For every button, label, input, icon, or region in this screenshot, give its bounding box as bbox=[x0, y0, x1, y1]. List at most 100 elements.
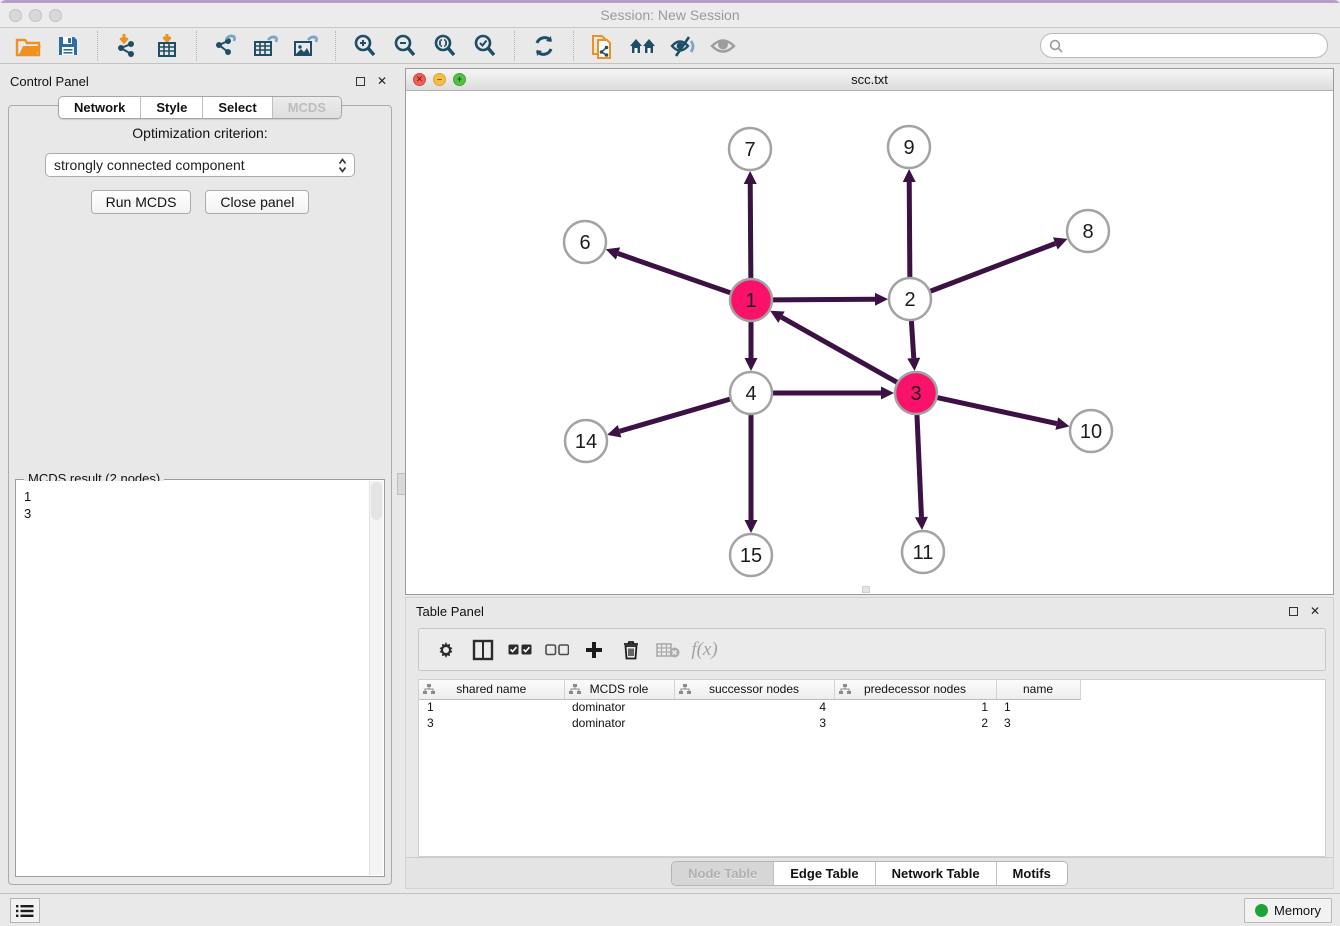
sort-tree-icon bbox=[569, 684, 581, 695]
canvas-grip[interactable] bbox=[862, 586, 870, 593]
first-neighbors-button[interactable] bbox=[623, 30, 663, 62]
edge-2-8[interactable] bbox=[930, 243, 1056, 291]
table-cell[interactable]: 4 bbox=[674, 699, 834, 715]
zoom-selected-button[interactable] bbox=[465, 30, 505, 62]
save-session-button[interactable] bbox=[48, 30, 88, 62]
import-table-button[interactable] bbox=[147, 30, 187, 62]
dropdown-selected-value: strongly connected component bbox=[54, 157, 245, 173]
graph-node-label-4: 4 bbox=[745, 383, 756, 405]
edge-arrowhead bbox=[744, 171, 757, 184]
optimization-criterion-dropdown[interactable]: strongly connected component bbox=[45, 153, 355, 177]
edge-1-2[interactable] bbox=[772, 299, 875, 300]
edge-arrowhead bbox=[606, 247, 620, 259]
column-layout-button[interactable] bbox=[464, 632, 501, 668]
open-session-button[interactable] bbox=[8, 30, 48, 62]
column-header-name[interactable]: name bbox=[996, 680, 1080, 699]
search-input[interactable] bbox=[1068, 38, 1319, 53]
export-image-icon bbox=[292, 33, 320, 59]
add-row-button[interactable] bbox=[575, 632, 612, 668]
close-panel-button[interactable]: Close panel bbox=[205, 190, 309, 214]
graph-node-label-14: 14 bbox=[575, 431, 597, 453]
open-folder-icon bbox=[15, 34, 42, 58]
float-table-panel-button[interactable] bbox=[1285, 604, 1301, 618]
graph-node-label-10: 10 bbox=[1080, 421, 1102, 443]
column-header-successor-nodes[interactable]: successor nodes bbox=[674, 680, 834, 699]
column-header-shared-name[interactable]: shared name bbox=[419, 680, 564, 699]
edge-3-10[interactable] bbox=[937, 397, 1057, 423]
edge-3-11[interactable] bbox=[917, 414, 922, 517]
tab-node-table[interactable]: Node Table bbox=[672, 862, 773, 885]
float-panel-button[interactable] bbox=[352, 74, 368, 88]
export-table-button[interactable] bbox=[246, 30, 286, 62]
memory-status-dot bbox=[1255, 904, 1268, 917]
close-table-panel-button[interactable] bbox=[1307, 604, 1323, 618]
memory-button[interactable]: Memory bbox=[1244, 898, 1332, 923]
edge-4-14[interactable] bbox=[620, 399, 731, 431]
column-header-predecessor-nodes[interactable]: predecessor nodes bbox=[834, 680, 996, 699]
table-cell[interactable]: 1 bbox=[419, 699, 564, 715]
function-builder-button[interactable]: f(x) bbox=[686, 632, 723, 668]
duplicate-network-button[interactable] bbox=[583, 30, 623, 62]
edge-1-6[interactable] bbox=[618, 254, 731, 294]
close-panel-button[interactable] bbox=[374, 74, 390, 88]
graph-node-label-3: 3 bbox=[910, 383, 921, 405]
zoom-out-button[interactable] bbox=[385, 30, 425, 62]
tab-style[interactable]: Style bbox=[140, 97, 202, 118]
tab-edge-table[interactable]: Edge Table bbox=[773, 862, 874, 885]
edge-3-1[interactable] bbox=[781, 317, 897, 383]
run-mcds-button[interactable]: Run MCDS bbox=[91, 190, 192, 214]
sort-tree-icon bbox=[679, 684, 691, 695]
task-history-button[interactable] bbox=[10, 898, 40, 923]
tab-mcds[interactable]: MCDS bbox=[272, 97, 341, 118]
network-canvas[interactable]: 7968124314101511 bbox=[406, 91, 1333, 594]
column-header-MCDS-role[interactable]: MCDS role bbox=[564, 680, 674, 699]
network-window-titlebar[interactable]: scc.txt bbox=[406, 69, 1333, 91]
toolbar-separator bbox=[573, 31, 574, 61]
table-cell[interactable]: 3 bbox=[996, 715, 1080, 731]
control-panel-tabbar: NetworkStyleSelectMCDS bbox=[58, 96, 342, 119]
zoom-in-button[interactable] bbox=[345, 30, 385, 62]
edge-1-7[interactable] bbox=[750, 184, 751, 279]
edge-2-3[interactable] bbox=[911, 320, 913, 358]
edge-arrowhead bbox=[607, 425, 621, 437]
table-cell[interactable]: 2 bbox=[834, 715, 996, 731]
tab-network[interactable]: Network bbox=[59, 97, 140, 118]
table-row[interactable]: 1dominator411 bbox=[419, 699, 1080, 715]
table-cell[interactable]: dominator bbox=[564, 699, 674, 715]
table-settings-button[interactable] bbox=[427, 632, 464, 668]
graph-node-label-7: 7 bbox=[744, 139, 755, 161]
dropdown-stepper-icon bbox=[338, 158, 347, 176]
global-search[interactable] bbox=[1040, 33, 1328, 58]
table-panel-title: Table Panel bbox=[416, 604, 484, 619]
table-cell[interactable]: dominator bbox=[564, 715, 674, 731]
table-row[interactable]: 3dominator323 bbox=[419, 715, 1080, 731]
export-image-button[interactable] bbox=[286, 30, 326, 62]
edge-2-9[interactable] bbox=[909, 182, 910, 278]
save-floppy-icon bbox=[56, 34, 80, 58]
show-hide-view-button[interactable] bbox=[703, 30, 743, 62]
show-hide-style-button[interactable] bbox=[663, 30, 703, 62]
export-network-button[interactable] bbox=[206, 30, 246, 62]
node-table[interactable]: shared nameMCDS rolesuccessor nodesprede… bbox=[418, 679, 1326, 857]
unchecked-boxes-icon bbox=[545, 644, 569, 656]
tab-select[interactable]: Select bbox=[202, 97, 271, 118]
delete-table-button[interactable] bbox=[649, 632, 686, 668]
deselect-all-button[interactable] bbox=[538, 632, 575, 668]
import-network-button[interactable] bbox=[107, 30, 147, 62]
table-cell[interactable]: 1 bbox=[834, 699, 996, 715]
refresh-layout-button[interactable] bbox=[524, 30, 564, 62]
toolbar-separator bbox=[514, 31, 515, 61]
search-icon bbox=[1049, 39, 1063, 53]
table-cell[interactable]: 3 bbox=[419, 715, 564, 731]
zoom-fit-button[interactable] bbox=[425, 30, 465, 62]
tab-motifs[interactable]: Motifs bbox=[996, 862, 1067, 885]
table-cell[interactable]: 1 bbox=[996, 699, 1080, 715]
graph-node-label-6: 6 bbox=[579, 232, 590, 254]
mcds-result-text[interactable]: 13 bbox=[17, 481, 369, 875]
tab-network-table[interactable]: Network Table bbox=[875, 862, 996, 885]
table-cell[interactable]: 3 bbox=[674, 715, 834, 731]
delete-row-button[interactable] bbox=[612, 632, 649, 668]
select-all-button[interactable] bbox=[501, 632, 538, 668]
result-scrollbar[interactable] bbox=[369, 481, 383, 875]
edge-arrowhead bbox=[907, 358, 920, 371]
